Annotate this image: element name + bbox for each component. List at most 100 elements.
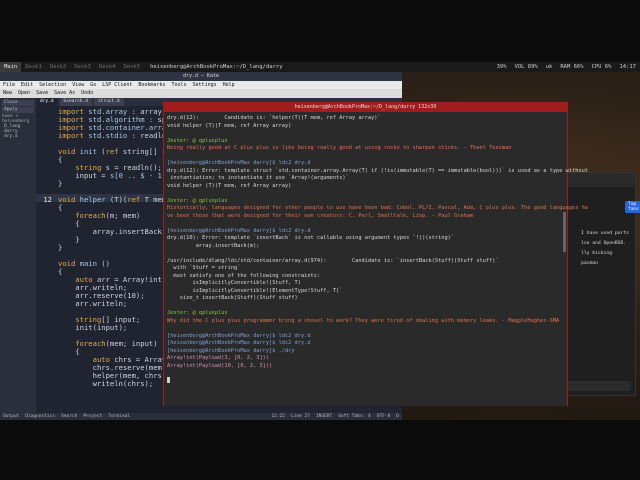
- bottom-black-bar: [0, 420, 640, 480]
- editor-menubar: File Edit Selection View Go LSP Client Bookmar…: [0, 81, 402, 89]
- terminal-line: Array!int(Payload(3, [0, 2, 3])): [167, 355, 270, 361]
- code-line: arr.writeln;: [36, 300, 127, 308]
- code-line: foreach(m; mem): [36, 212, 140, 220]
- menu-item[interactable]: Bookmarks: [138, 81, 165, 89]
- status-value: 12:22: [271, 414, 285, 419]
- system-status: 39% VOL 89% uk RAM 66% CPU 6% 14:17: [497, 64, 640, 70]
- code-token: init(input);: [58, 323, 128, 332]
- terminal-line: Historically, languages designed for oth…: [167, 205, 588, 211]
- top-fans-button[interactable]: Top fans: [625, 201, 640, 213]
- terminal-line: void helper (T)(T mem, ref Array array): [167, 122, 292, 129]
- menu-item[interactable]: Edit: [21, 81, 33, 89]
- terminal-line: instantiation; to instantiate it use `Ar…: [167, 175, 349, 181]
- terminal-line: array.insertBack(m);: [167, 242, 260, 249]
- terminal-line: Being really good at C plus plus is like…: [167, 145, 512, 151]
- workspace-5[interactable]: Desk4: [95, 62, 120, 72]
- editor-tab[interactable]: dry.d: [36, 98, 58, 106]
- editor-statusbar: Output Diagnostics Search Project Terminal 1…: [0, 413, 402, 420]
- code-token: (m; mem): [105, 211, 141, 220]
- chat-message: lly kicking: [581, 251, 613, 256]
- terminal-line: [heisenberg@ArchBookProMax darry]$ ./dry: [167, 347, 295, 354]
- code-line: foreach(mem; input): [36, 339, 158, 348]
- terminal-line: Array!int(Payload(10, [0, 2, 3])): [167, 362, 273, 369]
- code-token: (: [96, 147, 106, 156]
- terminal-line: [heisenberg@ArchBookProMax darry]$ ldc2 …: [167, 332, 311, 339]
- menu-item[interactable]: View: [72, 81, 84, 89]
- tree-item[interactable]: dry.d: [2, 134, 34, 139]
- code-token: ref: [127, 195, 145, 204]
- panel-apply-button[interactable]: Apply: [2, 107, 34, 113]
- menu-item[interactable]: Selection: [39, 81, 66, 89]
- chat-message: lso and OpenBSD.: [581, 241, 627, 246]
- status-value: D: [396, 414, 399, 419]
- toolbar-button[interactable]: Undo: [81, 89, 93, 98]
- code-token: std.stdio: [88, 131, 132, 140]
- code-token: import: [58, 131, 89, 140]
- terminal-window[interactable]: heisenberg@ArchBookProMax:~/D_lang/darry…: [163, 102, 588, 406]
- code-line: init(input);: [36, 324, 127, 332]
- status-tab[interactable]: Project: [83, 413, 102, 420]
- top-panel: Main Desk1 Desk2 Desk3 Desk4 Desk5 heisenberg…: [0, 62, 640, 72]
- code-line: }: [36, 180, 62, 188]
- terminal-line: dry.d(12): Error: template struct `std.c…: [167, 167, 588, 174]
- status-value: Line 27: [290, 414, 310, 419]
- code-token: (mem; input): [105, 339, 158, 348]
- terminal-line: Why did the C plus plus programmer bring…: [167, 317, 560, 324]
- panel-close-button[interactable]: Close: [2, 100, 34, 106]
- chat-message: I have used ports: [581, 231, 629, 236]
- code-token: main: [79, 259, 97, 268]
- code-token: }: [58, 179, 63, 188]
- toolbar-button[interactable]: Save As: [54, 89, 75, 98]
- terminal-line: dry.d(10): Error: template `insertBack` …: [167, 235, 455, 241]
- terminal-line: void helper (T)(T mem, ref Array array): [167, 182, 292, 189]
- menu-item[interactable]: LSP Client: [102, 81, 132, 89]
- toolbar-button[interactable]: New: [3, 89, 12, 98]
- code-token: ref: [105, 147, 123, 156]
- menu-item[interactable]: Tools: [171, 81, 186, 89]
- code-token: init: [79, 147, 97, 156]
- editor-tab[interactable]: Gsearch.d: [59, 98, 92, 106]
- menu-item[interactable]: Settings: [193, 81, 217, 89]
- toolbar-button[interactable]: Open: [18, 89, 30, 98]
- terminal-output[interactable]: dry.d(12): Candidate is: `helper(T)(T me…: [164, 112, 588, 406]
- code-token: arr.writeln;: [58, 299, 128, 308]
- editor-tab[interactable]: struct.d: [93, 98, 124, 106]
- terminal-line: Jester: @ qplusplus: [167, 137, 228, 144]
- status-value: INSERT: [315, 414, 333, 419]
- code-line: void main (): [36, 260, 110, 268]
- file-tree: D_lang darry dry.d: [2, 124, 34, 139]
- code-line: writeln(chrs);: [36, 380, 154, 388]
- menu-item[interactable]: Go: [90, 81, 96, 89]
- menu-item[interactable]: Help: [223, 81, 235, 89]
- terminal-scrollbar[interactable]: [563, 212, 566, 252]
- workspace-4[interactable]: Desk3: [70, 62, 95, 72]
- status-tab[interactable]: Output: [3, 413, 19, 420]
- menu-item[interactable]: File: [3, 81, 15, 89]
- status-tab[interactable]: Search: [61, 413, 77, 420]
- status-value: UTF-8: [376, 414, 391, 419]
- toolbar-button[interactable]: Save: [36, 89, 48, 98]
- workspace-2[interactable]: Desk1: [21, 62, 46, 72]
- status-item: uk: [545, 64, 553, 70]
- status-tab[interactable]: Diagnostics: [25, 413, 55, 420]
- code-token: input =: [58, 171, 110, 180]
- workspace-6[interactable]: Desk5: [120, 62, 145, 72]
- status-value: Soft Tabs: 4: [338, 414, 371, 419]
- terminal-line: with `Stuff = string`: [167, 265, 241, 271]
- terminal-line: [heisenberg@ArchBookProMax darry]$ ldc2 …: [167, 227, 311, 234]
- status-item: VOL 89%: [514, 64, 538, 70]
- terminal-line: [heisenberg@ArchBookProMax darry]$ ldc2 …: [167, 160, 311, 166]
- terminal-line: /usr/include/dlang/ldc/std/container/arr…: [167, 257, 499, 264]
- terminal-line: isImplicitlyConvertible!(ElementType!Stu…: [167, 287, 343, 294]
- status-tab[interactable]: Terminal: [108, 413, 130, 420]
- line-number: 12: [43, 195, 52, 204]
- editor-titlebar: dry.d — Kate: [0, 72, 402, 81]
- code-line: }: [36, 244, 62, 252]
- status-item: 39%: [496, 64, 507, 70]
- code-token: (T)(: [105, 195, 128, 204]
- workspace-1[interactable]: Main: [0, 62, 22, 72]
- workspace-3[interactable]: Desk2: [46, 62, 71, 72]
